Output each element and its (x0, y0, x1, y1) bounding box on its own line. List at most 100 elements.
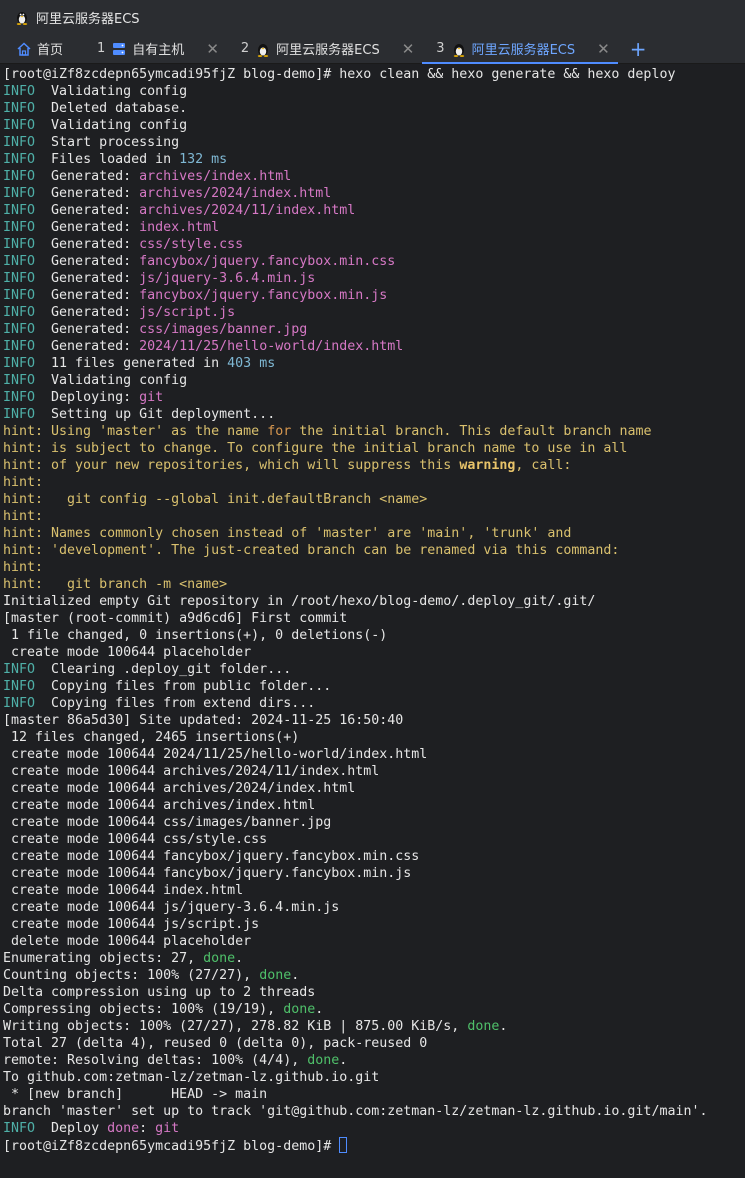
terminal-text: Clearing .deploy_git folder... (35, 662, 292, 677)
terminal-text: INFO (3, 169, 36, 184)
terminal-text: INFO (3, 254, 36, 269)
terminal-text: [master 86a5d30] Site updated: 2024-11-2… (3, 713, 404, 728)
terminal-text: Generated: (35, 288, 140, 303)
terminal-text: INFO (3, 696, 36, 711)
terminal-line: [master (root-commit) a9d6cd6] First com… (3, 610, 742, 627)
terminal-text: Generated: (35, 254, 140, 269)
shell-prompt: [root@iZf8zcdepn65ymcadi95fjZ blog-demo]… (3, 1139, 340, 1154)
close-icon[interactable]: ✕ (206, 40, 219, 58)
close-icon[interactable]: ✕ (402, 40, 415, 58)
terminal-text: create mode 100644 placeholder (3, 645, 252, 660)
terminal-line: hint: (3, 559, 742, 576)
terminal-text: archives/2024/index.html (139, 186, 332, 201)
tab-ecs-3[interactable]: 3 阿里云服务器ECS ✕ (422, 34, 619, 64)
terminal-text: INFO (3, 1121, 36, 1136)
tab-ecs-2[interactable]: 2 阿里云服务器ECS ✕ (227, 34, 422, 63)
terminal-text: done (107, 1121, 140, 1136)
tab-home[interactable]: 首页 (0, 34, 83, 63)
terminal-text: INFO (3, 662, 36, 677)
terminal-text: 11 files generated in (35, 356, 228, 371)
terminal-line: Initialized empty Git repository in /roo… (3, 593, 742, 610)
terminal-text: fancybox/jquery.fancybox.min.js (139, 288, 388, 303)
terminal-text: remote: Resolving deltas: 100% (4/4), (3, 1053, 308, 1068)
terminal-text: hint: git config --global init.defaultBr… (3, 492, 428, 507)
terminal-line: create mode 100644 archives/2024/index.h… (3, 780, 742, 797)
tab-number: 2 (240, 41, 250, 56)
tab-number: 3 (436, 41, 445, 56)
terminal-text: hint: 'development'. The just-created br… (3, 543, 620, 558)
terminal-text: . (291, 968, 300, 983)
terminal-text: , call: (515, 458, 572, 473)
terminal-text: create mode 100644 2024/11/25/hello-worl… (3, 747, 428, 762)
terminal-line: create mode 100644 css/images/banner.jpg (3, 814, 742, 831)
terminal-text: INFO (3, 407, 36, 422)
terminal-text: * [new branch] HEAD -> main (3, 1087, 268, 1102)
terminal-text: js/jquery-3.6.4.min.js (139, 271, 316, 286)
terminal-text: create mode 100644 fancybox/jquery.fancy… (3, 866, 412, 881)
terminal-text: . (339, 1053, 348, 1068)
terminal-text: archives/2024/11/index.html (139, 203, 356, 218)
terminal-line: INFO Generated: 2024/11/25/hello-world/i… (3, 338, 742, 355)
terminal-line: INFO Validating config (3, 83, 742, 100)
terminal-text: Generated: (35, 169, 140, 184)
terminal-text: INFO (3, 152, 36, 167)
terminal-text: . (315, 1002, 324, 1017)
terminal-text: 1 file changed, 0 insertions(+), 0 delet… (3, 628, 388, 643)
terminal-line: create mode 100644 2024/11/25/hello-worl… (3, 746, 742, 763)
terminal-text: hint: (3, 509, 44, 524)
terminal-text: INFO (3, 373, 36, 388)
terminal-line: hint: git branch -m <name> (3, 576, 742, 593)
home-icon (17, 41, 31, 56)
terminal-line: INFO Deleted database. (3, 100, 742, 117)
terminal-text: css/images/banner.jpg (139, 322, 308, 337)
add-tab-button[interactable]: + (618, 34, 659, 63)
terminal-line: hint: is subject to change. To configure… (3, 440, 742, 457)
terminal-window: 阿里云服务器ECS 首页 1 自有主机 ✕ 2 阿里云服务器ECS ✕ 3 阿里… (0, 0, 745, 1178)
terminal-text: Copying files from extend dirs... (35, 696, 316, 711)
tux-icon (453, 43, 464, 57)
server-icon (113, 42, 126, 55)
terminal-line: INFO Files loaded in 132 ms (3, 151, 742, 168)
title-bar: 阿里云服务器ECS (0, 0, 745, 34)
terminal-line: hint: of your new repositories, which wi… (3, 457, 742, 474)
terminal-text: hint: (3, 560, 44, 575)
terminal-text: INFO (3, 356, 36, 371)
terminal-text: Generated: (35, 220, 140, 235)
terminal-text: hint: Names commonly chosen instead of '… (3, 526, 572, 541)
terminal-text: create mode 100644 css/style.css (3, 832, 268, 847)
terminal-line: Counting objects: 100% (27/27), done. (3, 967, 742, 984)
terminal-text: create mode 100644 archives/2024/index.h… (3, 781, 356, 796)
terminal-line: hint: Using 'master' as the name for the… (3, 423, 742, 440)
terminal-line: INFO Generated: fancybox/jquery.fancybox… (3, 253, 742, 270)
terminal-line: create mode 100644 archives/2024/11/inde… (3, 763, 742, 780)
terminal-line: hint: 'development'. The just-created br… (3, 542, 742, 559)
terminal-line: INFO Copying files from extend dirs... (3, 695, 742, 712)
terminal-line: INFO Copying files from public folder... (3, 678, 742, 695)
terminal-line: INFO Validating config (3, 372, 742, 389)
terminal-text: hint: of your new repositories, which wi… (3, 458, 460, 473)
terminal-output[interactable]: [root@iZf8zcdepn65ymcadi95fjZ blog-demo]… (0, 64, 745, 1177)
terminal-text: [master (root-commit) a9d6cd6] First com… (3, 611, 348, 626)
terminal-line: INFO Deploy done: git (3, 1120, 742, 1137)
terminal-text: done (203, 951, 236, 966)
terminal-text: [root@iZf8zcdepn65ymcadi95fjZ blog-demo]… (3, 67, 676, 82)
terminal-text: INFO (3, 390, 36, 405)
terminal-text: fancybox/jquery.fancybox.min.css (139, 254, 396, 269)
terminal-text: Deploying: (35, 390, 140, 405)
terminal-line: Enumerating objects: 27, done. (3, 950, 742, 967)
terminal-text: INFO (3, 84, 36, 99)
tab-own-host[interactable]: 1 自有主机 ✕ (83, 34, 227, 63)
terminal-line: INFO Deploying: git (3, 389, 742, 406)
terminal-text: INFO (3, 305, 36, 320)
terminal-text: git (155, 1121, 180, 1136)
terminal-text: Generated: (35, 271, 140, 286)
terminal-line: hint: Names commonly chosen instead of '… (3, 525, 742, 542)
terminal-line: INFO Generated: archives/2024/11/index.h… (3, 202, 742, 219)
terminal-line: create mode 100644 js/jquery-3.6.4.min.j… (3, 899, 742, 916)
terminal-text: Validating config (35, 118, 188, 133)
terminal-text: hint: git branch -m <name> (3, 577, 228, 592)
prompt-line[interactable]: [root@iZf8zcdepn65ymcadi95fjZ blog-demo]… (3, 1137, 742, 1154)
terminal-text: . (235, 951, 244, 966)
close-icon[interactable]: ✕ (597, 40, 610, 58)
tab-label: 阿里云服务器ECS (471, 43, 576, 58)
